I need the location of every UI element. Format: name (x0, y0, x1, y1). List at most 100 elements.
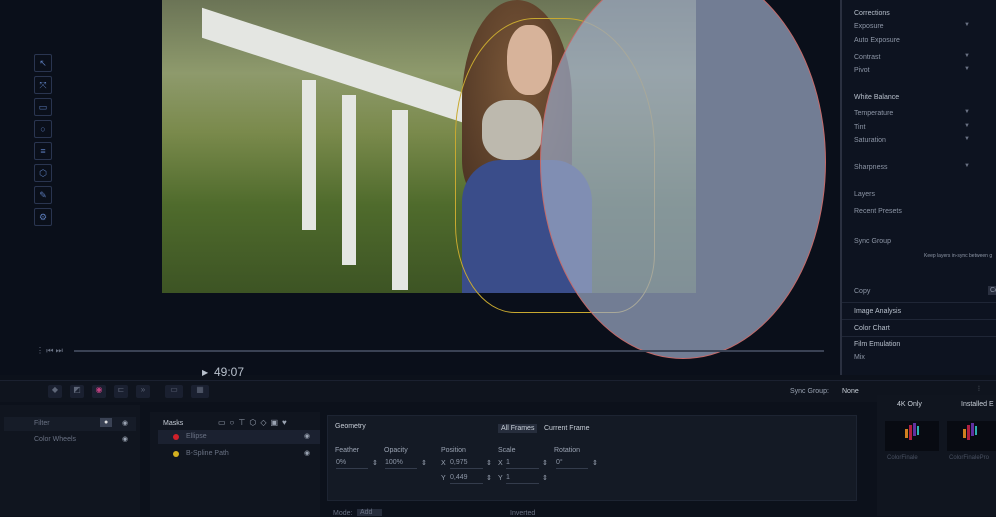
masks-panel: Masks ▭○⊤⬡◇▣♥ Ellipse ◉ B-Spline Path ◉ (150, 412, 320, 516)
installed-tab[interactable]: Installed E (961, 401, 994, 408)
mask-label: Ellipse (186, 433, 207, 440)
transport-prev-icon[interactable]: ⋮ ⏮ ⏭ (36, 346, 63, 356)
slider-thumb-icon[interactable]: ▼ (964, 163, 970, 169)
slider-thumb-icon[interactable]: ▼ (964, 136, 970, 142)
split-icon[interactable]: ⫶ (978, 386, 980, 394)
section-color-chart[interactable]: Color Chart (854, 325, 890, 332)
stepper-icon[interactable]: ⇕ (542, 474, 548, 482)
eye-icon[interactable]: ◉ (304, 432, 310, 440)
inspector-item[interactable]: Auto Exposure (854, 37, 900, 44)
layer-row[interactable]: Filter ● ◉ (4, 417, 136, 431)
mask-label: B-Spline Path (186, 450, 229, 457)
more-icon[interactable]: » (136, 385, 150, 398)
slider-thumb-icon[interactable]: ▼ (964, 66, 970, 72)
y-label: Y (498, 475, 503, 482)
slider-thumb-icon[interactable]: ▼ (964, 22, 970, 28)
rotation-input[interactable]: 0° (556, 459, 588, 469)
opacity-input[interactable]: 100% (385, 459, 417, 469)
stepper-icon[interactable]: ⇕ (542, 459, 548, 467)
gradient-mask-icon[interactable]: ≡ (34, 142, 52, 160)
inspector-item[interactable]: Layers (854, 191, 875, 198)
inspector-item[interactable]: White Balance (854, 94, 899, 101)
preset-label: ColorFinalePro (949, 455, 990, 461)
feather-input[interactable]: 0% (336, 459, 368, 469)
scale-x-input[interactable]: 1 (506, 459, 539, 469)
x-label: X (498, 460, 503, 467)
polygon-mask-icon[interactable]: ⬡ (34, 164, 52, 182)
layer-row[interactable]: Color Wheels ◉ (4, 433, 136, 447)
pen-tool-icon[interactable]: ✎ (34, 186, 52, 204)
inspector-item[interactable]: Tint (854, 124, 865, 131)
mask-row[interactable]: B-Spline Path ◉ (158, 447, 320, 461)
preset-thumbnail[interactable] (947, 421, 996, 451)
presets-panel: 4K Only Installed E ColorFinale ColorFin… (877, 395, 996, 516)
copy-button[interactable]: Co (988, 286, 996, 295)
stepper-icon[interactable]: ⇕ (421, 459, 427, 467)
opacity-label: Opacity (384, 447, 408, 454)
mask-row[interactable]: Ellipse ◉ (158, 430, 320, 444)
grid-icon[interactable]: ▦ (191, 385, 209, 398)
scale-label: Scale (498, 447, 516, 454)
ellipse-mask-icon[interactable]: ○ (34, 120, 52, 138)
masks-title: Masks (163, 420, 184, 427)
position-y-input[interactable]: 0,449 (450, 474, 483, 484)
section-image-analysis[interactable]: Image Analysis (854, 308, 901, 315)
stepper-icon[interactable]: ⇕ (486, 474, 492, 482)
mask-color-dot (173, 451, 179, 457)
edit-icon[interactable]: ◩ (70, 385, 84, 398)
inspector-item[interactable]: Saturation (854, 137, 886, 144)
layer-label: Color Wheels (34, 436, 77, 443)
sync-hint: Keep layers in-sync between g (924, 253, 993, 259)
inspector-item[interactable]: Exposure (854, 23, 884, 30)
preset-thumbnail[interactable] (885, 421, 939, 451)
layer-label: Filter (34, 420, 50, 427)
y-label: Y (441, 475, 446, 482)
play-icon[interactable]: ▶ (202, 368, 208, 377)
eye-icon[interactable]: ◉ (122, 435, 128, 443)
geometry-panel: Geometry All Frames Current Frame Feathe… (327, 415, 857, 501)
filter-icon[interactable]: ◆ (48, 385, 62, 398)
transform-tool-icon[interactable]: ⤧ (34, 76, 52, 94)
stepper-icon[interactable]: ⇕ (592, 459, 598, 467)
stepper-icon[interactable]: ⇕ (372, 459, 378, 467)
preset-label: ColorFinale (887, 455, 918, 461)
copy-label: Copy (854, 288, 871, 295)
mode-select[interactable]: Add (357, 509, 383, 516)
x-label: X (441, 460, 446, 467)
timeline-scrubber[interactable] (74, 350, 824, 352)
rotation-label: Rotation (554, 447, 581, 454)
export-icon[interactable]: ⊏ (114, 385, 128, 398)
select-tool-icon[interactable]: ↖ (34, 54, 52, 72)
inspector-item[interactable]: Recent Presets (854, 208, 902, 215)
inspector-item[interactable]: Temperature (854, 110, 893, 117)
inspector-item[interactable]: Sharpness (854, 164, 887, 171)
mask-shape-tools-icon[interactable]: ▭○⊤⬡◇▣♥ (218, 418, 291, 427)
inspector-item[interactable]: Contrast (854, 54, 880, 61)
scale-y-input[interactable]: 1 (506, 474, 539, 484)
inspector-item[interactable]: Sync Group (854, 238, 891, 245)
sync-group-select[interactable]: None (842, 388, 859, 395)
stepper-icon[interactable]: ⇕ (486, 459, 492, 467)
tab-current-frame[interactable]: Current Frame (544, 425, 590, 432)
section-film-emulation[interactable]: Film Emulation (854, 341, 900, 348)
tab-all-frames[interactable]: All Frames (498, 424, 538, 433)
color-wheel-icon[interactable]: ◉ (92, 385, 106, 398)
mask-color-dot (173, 434, 179, 440)
mask-toggle-icon[interactable]: ● (100, 418, 113, 427)
settings-tool-icon[interactable]: ⚙ (34, 208, 52, 226)
rectangle-mask-icon[interactable]: ▭ (34, 98, 52, 116)
viewer[interactable]: ↖ ⤧ ▭ ○ ≡ ⬡ ✎ ⚙ ⋮ ⏮ ⏭ ▶ 49:07 (0, 0, 840, 379)
viewer-tools: ↖ ⤧ ▭ ○ ≡ ⬡ ✎ ⚙ (34, 54, 54, 234)
slider-thumb-icon[interactable]: ▼ (964, 109, 970, 115)
inspector-item[interactable]: Pivot (854, 67, 870, 74)
position-x-input[interactable]: 0,975 (450, 459, 483, 469)
eye-icon[interactable]: ◉ (122, 419, 128, 427)
slider-thumb-icon[interactable]: ▼ (964, 123, 970, 129)
eye-icon[interactable]: ◉ (304, 449, 310, 457)
inspector-panel: Corrections Exposure ▼ Auto Exposure Cont… (840, 0, 996, 375)
slider-thumb-icon[interactable]: ▼ (964, 53, 970, 59)
folder-icon[interactable]: ▭ (165, 385, 183, 398)
timecode: 49:07 (214, 365, 245, 379)
4k-only-filter[interactable]: 4K Only (897, 401, 922, 408)
inspector-item[interactable]: Corrections (854, 10, 890, 17)
